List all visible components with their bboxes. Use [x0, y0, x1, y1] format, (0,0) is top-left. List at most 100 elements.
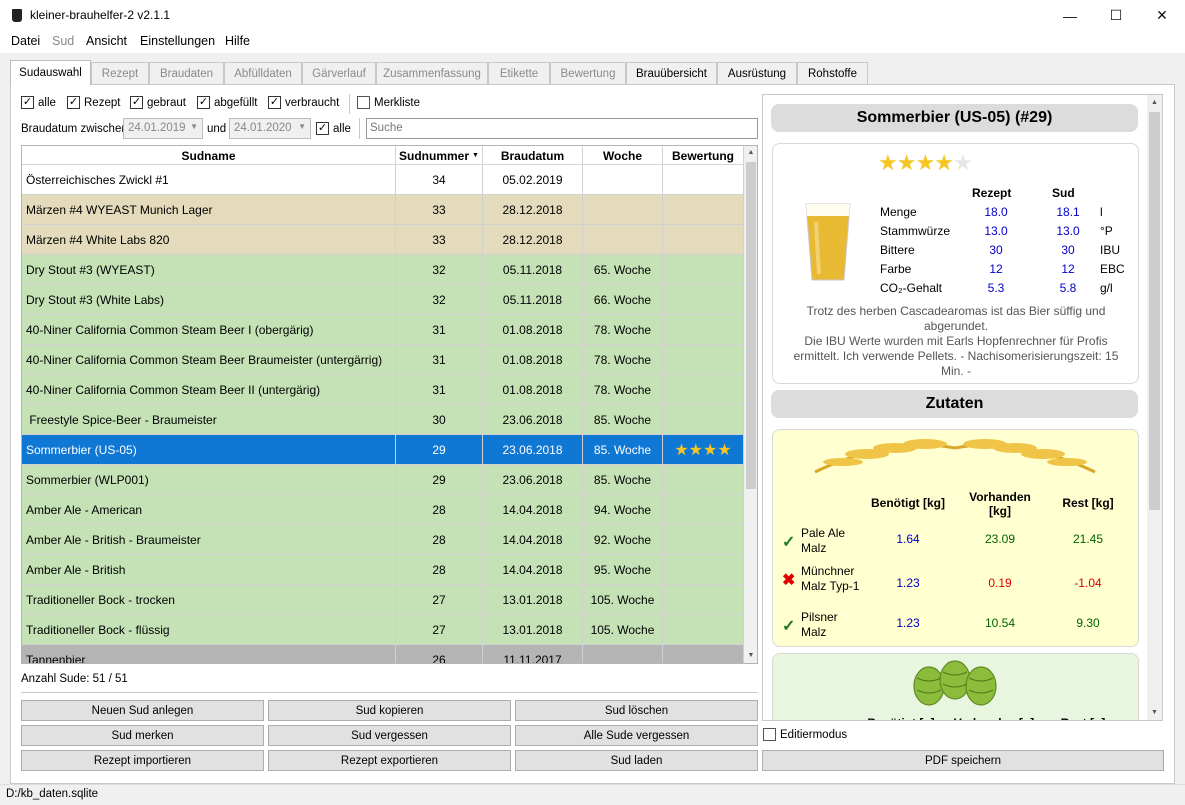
- cell-braudatum: 01.08.2018: [483, 375, 583, 405]
- cell-sudname: Freestyle Spice-Beer - Braumeister: [22, 405, 396, 435]
- header-woche[interactable]: Woche: [583, 146, 663, 165]
- scroll-up-icon[interactable]: ▲: [744, 146, 757, 160]
- tab-brauuebersicht[interactable]: Brauübersicht: [626, 62, 717, 84]
- malz-name: Pilsner Malz: [801, 610, 838, 639]
- property-sud-value: 30: [1061, 243, 1075, 257]
- table-row[interactable]: Amber Ale - American 28 14.04.2018 94. Woch…: [22, 495, 744, 525]
- close-button[interactable]: ✕: [1139, 0, 1185, 31]
- property-label: Menge: [880, 205, 917, 219]
- header-braudatum[interactable]: Braudatum: [483, 146, 583, 165]
- neuer-sud-button[interactable]: Neuen Sud anlegen: [21, 700, 264, 721]
- check-icon: ✓: [782, 618, 796, 635]
- filter-merkliste-checkbox[interactable]: Merkliste: [357, 96, 420, 109]
- table-row[interactable]: Sommerbier (WLP001) 29 23.06.2018 85. Woche: [22, 465, 744, 495]
- table-row[interactable]: 40-Niner California Common Steam Beer I …: [22, 315, 744, 345]
- separator: [349, 94, 350, 114]
- table-row[interactable]: Freestyle Spice-Beer - Braumeister 30 23.0…: [22, 405, 744, 435]
- table-row[interactable]: Amber Ale - British - Braumeister 28 14.04…: [22, 525, 744, 555]
- menu-hilfe[interactable]: Hilfe: [225, 34, 250, 48]
- tab-abfuelldaten[interactable]: Abfülldaten: [224, 62, 302, 84]
- table-row[interactable]: Tannenbier 26 11.11.2017: [22, 645, 744, 663]
- sud-laden-button[interactable]: Sud laden: [515, 750, 758, 771]
- property-rezept-value: 18.0: [984, 205, 1008, 219]
- filter-alle-checkbox[interactable]: ✓ alle: [21, 96, 56, 109]
- star-filled-icon: ★: [934, 150, 954, 175]
- rezept-exportieren-button[interactable]: Rezept exportieren: [268, 750, 511, 771]
- braudatum-label: Braudatum zwischen: [21, 123, 128, 135]
- summary-card: ★★★★★ Rezept Sud Menge 18.0 18.1 l Stammwürz…: [772, 143, 1139, 384]
- cell-woche: 92. Woche: [583, 525, 663, 555]
- sud-kopieren-button[interactable]: Sud kopieren: [268, 700, 511, 721]
- table-row[interactable]: Märzen #4 White Labs 820 33 28.12.2018: [22, 225, 744, 255]
- tab-sudauswahl[interactable]: Sudauswahl: [10, 60, 91, 85]
- filter-gebraut-checkbox[interactable]: ✓ gebraut: [130, 96, 186, 109]
- tab-rohstoffe[interactable]: Rohstoffe: [797, 62, 868, 84]
- scroll-down-icon[interactable]: ▼: [1147, 705, 1162, 720]
- scroll-thumb[interactable]: [746, 162, 756, 489]
- tab-bewertung[interactable]: Bewertung: [550, 62, 626, 84]
- sud-loeschen-button[interactable]: Sud löschen: [515, 700, 758, 721]
- tab-ausruestung[interactable]: Ausrüstung: [717, 62, 797, 84]
- table-row[interactable]: Dry Stout #3 (WYEAST) 32 05.11.2018 65. Woc…: [22, 255, 744, 285]
- scroll-down-icon[interactable]: ▼: [744, 649, 757, 663]
- table-scrollbar[interactable]: ▲ ▼: [744, 146, 757, 663]
- tab-rezept[interactable]: Rezept: [91, 62, 149, 84]
- filter-verbraucht-checkbox[interactable]: ✓ verbraucht: [268, 96, 339, 109]
- property-label: Bittere: [880, 243, 915, 257]
- menu-ansicht[interactable]: Ansicht: [86, 34, 127, 48]
- cell-braudatum: 11.11.2017: [483, 645, 583, 663]
- detail-scrollbar[interactable]: ▲ ▼: [1147, 95, 1162, 720]
- separator: [359, 118, 360, 139]
- table-row[interactable]: Amber Ale - British 28 14.04.2018 95. Woche: [22, 555, 744, 585]
- header-sudnummer[interactable]: Sudnummer ▼: [396, 146, 483, 165]
- malz-card: Benötigt [kg] Vorhanden [kg] Rest [kg] ✓ Pa…: [772, 429, 1139, 647]
- menu-sud[interactable]: Sud: [52, 34, 74, 48]
- menu-einstellungen[interactable]: Einstellungen: [140, 34, 215, 48]
- search-input[interactable]: Suche: [366, 118, 758, 139]
- editiermodus-checkbox[interactable]: Editiermodus: [763, 728, 847, 741]
- table-row[interactable]: Dry Stout #3 (White Labs) 32 05.11.2018 66.…: [22, 285, 744, 315]
- table-row[interactable]: Märzen #4 WYEAST Munich Lager 33 28.12.201…: [22, 195, 744, 225]
- maximize-button[interactable]: ☐: [1093, 0, 1139, 31]
- date-from-input[interactable]: 24.01.2019 ▼: [123, 118, 203, 139]
- star-filled-icon: ★: [878, 150, 898, 175]
- minimize-button[interactable]: —: [1047, 0, 1093, 31]
- table-row[interactable]: 40-Niner California Common Steam Beer II…: [22, 375, 744, 405]
- header-sudname[interactable]: Sudname: [22, 146, 396, 165]
- filter-rezept-checkbox[interactable]: ✓ Rezept: [67, 96, 120, 109]
- cell-woche: 85. Woche: [583, 435, 663, 465]
- table-row[interactable]: Sommerbier (US-05) 29 23.06.2018 85. Woche ★…: [22, 435, 744, 465]
- malz-header-2: Rest [kg]: [1062, 496, 1114, 510]
- filter-abgefuellt-checkbox[interactable]: ✓ abgefüllt: [197, 96, 257, 109]
- tab-braudaten[interactable]: Braudaten: [149, 62, 224, 84]
- tab-gaerverlauf[interactable]: Gärverlauf: [302, 62, 376, 84]
- sud-vergessen-button[interactable]: Sud vergessen: [268, 725, 511, 746]
- scroll-thumb[interactable]: [1149, 112, 1160, 510]
- property-unit: IBU: [1100, 243, 1121, 257]
- cell-sudname: Märzen #4 White Labs 820: [22, 225, 396, 255]
- wheat-icon: [814, 439, 1096, 474]
- table-row[interactable]: Traditioneller Bock - flüssig 27 13.01.201…: [22, 615, 744, 645]
- date-alle-checkbox[interactable]: ✓ alle: [316, 122, 351, 135]
- check-icon: ✓: [782, 534, 796, 551]
- sud-merken-button[interactable]: Sud merken: [21, 725, 264, 746]
- table-row[interactable]: Österreichisches Zwickl #1 34 05.02.2019: [22, 165, 744, 195]
- cell-woche: 78. Woche: [583, 375, 663, 405]
- hopfen-header-2: Rest [g]: [1055, 716, 1111, 720]
- table-row[interactable]: 40-Niner California Common Steam Beer Br…: [22, 345, 744, 375]
- cell-sudnummer: 28: [396, 525, 483, 555]
- table-row[interactable]: Traditioneller Bock - trocken 27 13.01.201…: [22, 585, 744, 615]
- star-empty-icon: ★: [952, 150, 973, 175]
- scroll-up-icon[interactable]: ▲: [1147, 95, 1162, 110]
- cell-bewertung: [663, 315, 744, 345]
- menu-datei[interactable]: Datei: [11, 34, 40, 48]
- malz-rest: 9.30: [1076, 616, 1100, 630]
- tab-zusammenfassung[interactable]: Zusammenfassung: [376, 62, 488, 84]
- rezept-importieren-button[interactable]: Rezept importieren: [21, 750, 264, 771]
- date-to-input[interactable]: 24.01.2020 ▼: [229, 118, 311, 139]
- sud-comment: Trotz des herben Cascadearomas ist das B…: [793, 304, 1119, 378]
- pdf-speichern-button[interactable]: PDF speichern: [762, 750, 1164, 771]
- alle-sude-vergessen-button[interactable]: Alle Sude vergessen: [515, 725, 758, 746]
- header-bewertung[interactable]: Bewertung: [663, 146, 744, 165]
- tab-etikette[interactable]: Etikette: [488, 62, 550, 84]
